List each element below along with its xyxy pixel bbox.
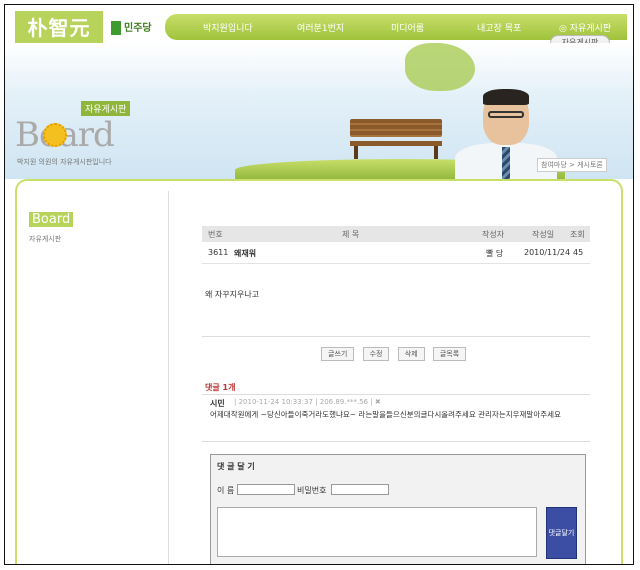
post-date: 2010/11/24 (524, 248, 571, 257)
password-label: 비밀번호 (297, 486, 327, 495)
page-frame: 朴智元 민주당 박지원입니다 여러분1번지 미디어룸 내고장 목포 ◎ 자유게시… (4, 4, 634, 565)
password-input[interactable] (331, 484, 389, 495)
sidebar-divider (168, 191, 169, 564)
comment-text: 어제대작원에게 ~당신아들이죽거라도했냐요~ 라는말을들으신분의글다시올려주세요… (210, 410, 561, 419)
comment-meta: | 2010-11-24 10:33:37 | 206.89.***.56 | … (234, 398, 381, 406)
post-views: 45 (573, 248, 584, 257)
sidebar-title: Board (29, 212, 74, 227)
party-mark-icon (111, 21, 121, 35)
post-title: 왜재워 (234, 249, 257, 258)
col-date: 작성일 (532, 230, 555, 239)
site-logo[interactable]: 朴智元 (15, 11, 103, 45)
name-input[interactable] (237, 484, 295, 495)
comment-item: 시민 | 2010-11-24 10:33:37 | 206.89.***.56… (202, 394, 590, 442)
col-author: 작성자 (482, 230, 505, 239)
comment-form: 댓 글 달 기 이 름 비밀번호 댓글달기 (210, 454, 586, 564)
post-number: 3611 (208, 248, 229, 257)
edit-button[interactable]: 수정 (362, 347, 390, 361)
tree-image (405, 43, 475, 91)
col-views: 조회 (570, 230, 585, 239)
sidebar-item-board[interactable]: 자유게시판 (29, 234, 61, 244)
party-name: 민주당 (124, 23, 152, 34)
board-description: 박지원 의원의 자유게시판입니다 (17, 158, 112, 166)
divider (202, 336, 590, 337)
party-logo[interactable]: 민주당 (111, 19, 152, 35)
board-tag: 자유게시판 (81, 101, 131, 116)
breadcrumb: 참여마당 > 게시토론 (537, 158, 607, 172)
comment-author: 시민 (210, 399, 225, 408)
nav-item-district[interactable]: 여러분1번지 (297, 21, 344, 34)
col-title: 제 목 (342, 230, 360, 239)
submit-comment-button[interactable]: 댓글달기 (546, 507, 577, 559)
table-header: 번호 제 목 작성자 작성일 조회 (202, 226, 590, 242)
col-number: 번호 (208, 230, 223, 239)
nav-item-hometown[interactable]: 내고장 목포 (477, 21, 521, 34)
write-button[interactable]: 글쓰기 (321, 347, 355, 361)
action-buttons: 글쓰기 수정 삭제 글목록 (321, 347, 472, 361)
nav-item-board[interactable]: ◎ 자유게시판 (559, 21, 611, 34)
table-row: 3611 왜재워 빨 당 2010/11/24 45 (202, 245, 590, 264)
nav-item-about[interactable]: 박지원입니다 (203, 21, 253, 34)
name-label: 이 름 (217, 486, 235, 495)
bench-image (350, 119, 442, 159)
sunflower-icon (43, 123, 67, 147)
comment-form-title: 댓 글 달 기 (217, 462, 255, 471)
delete-button[interactable]: 삭제 (397, 347, 425, 361)
comment-count: 댓글 1개 (205, 383, 236, 392)
post-body: 왜 자꾸지우나고 (205, 290, 260, 299)
comment-textarea[interactable] (217, 507, 537, 557)
list-button[interactable]: 글목록 (432, 347, 467, 361)
nav-item-media[interactable]: 미디어룸 (391, 21, 424, 34)
post-author[interactable]: 빨 당 (486, 248, 503, 259)
